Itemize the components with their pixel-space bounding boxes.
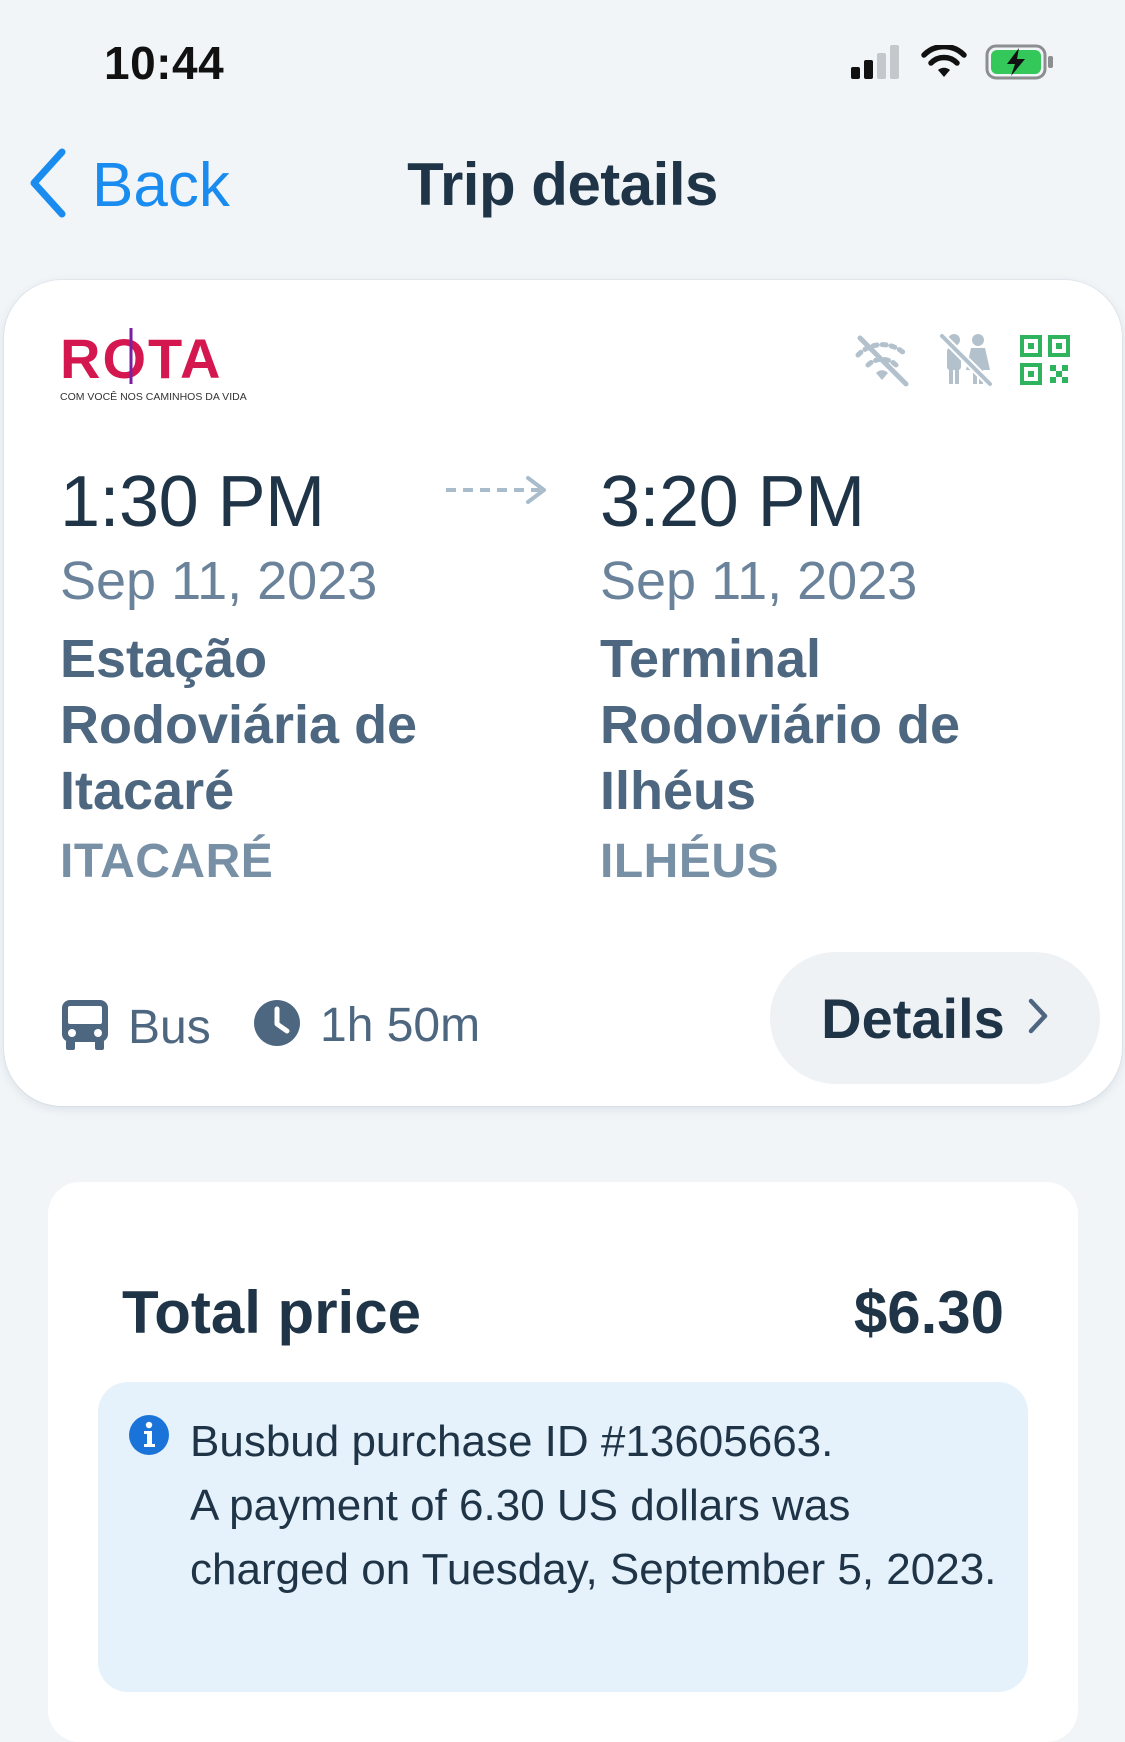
trip-card: ROTA COM VOCÊ NOS CAMINHOS DA VIDA 1:30 … (4, 280, 1122, 1106)
amenities (852, 332, 1070, 393)
chevron-right-icon (1027, 997, 1049, 1040)
clock-icon (252, 998, 302, 1053)
status-time: 10:44 (104, 37, 225, 89)
arrival-city: ILHÉUS (600, 835, 780, 888)
payment-info-text: Busbud purchase ID #13605663. A payment … (190, 1410, 1000, 1602)
arrival-block: 3:20 PM Sep 11, 2023 Terminal Rodoviário… (600, 460, 1020, 894)
total-price-label: Total price (122, 1279, 421, 1346)
departure-date: Sep 11, 2023 (60, 551, 378, 611)
departure-city: ITACARÉ (60, 835, 274, 888)
details-label: Details (821, 986, 1005, 1050)
status-bar: 10:44 (0, 0, 1125, 120)
arrival-time: 3:20 PM (600, 462, 865, 542)
no-restroom-icon (938, 332, 994, 393)
departure-block: 1:30 PM Sep 11, 2023 Estação Rodoviária … (60, 460, 480, 894)
transport-mode: Bus (60, 998, 211, 1057)
payment-info-box: Busbud purchase ID #13605663. A payment … (98, 1382, 1028, 1692)
trip-duration-label: 1h 50m (320, 999, 481, 1052)
arrival-date: Sep 11, 2023 (600, 551, 918, 611)
arrival-station: Terminal Rodoviário de Ilhéus (600, 629, 961, 821)
info-icon (128, 1414, 170, 1461)
page-title: Trip details (407, 151, 718, 218)
battery-charging-icon (985, 44, 1055, 85)
svg-text:COM VOCÊ NOS CAMINHOS DA VIDA: COM VOCÊ NOS CAMINHOS DA VIDA (60, 390, 247, 403)
details-button[interactable]: Details (770, 952, 1100, 1084)
total-price-value: $6.30 (853, 1279, 1004, 1346)
qr-code-icon[interactable] (1020, 335, 1070, 390)
transport-mode-label: Bus (128, 1001, 211, 1054)
departure-time: 1:30 PM (60, 462, 325, 542)
payment-charge-text: A payment of 6.30 US dollars was charged… (190, 1481, 997, 1594)
trip-duration: 1h 50m (252, 998, 480, 1053)
no-wifi-icon (852, 332, 912, 393)
departure-station: Estação Rodoviária de Itacaré (60, 629, 418, 821)
cellular-signal-icon (851, 45, 903, 84)
nav-bar: Back Trip details (0, 130, 1125, 240)
status-icons (851, 43, 1055, 85)
price-card: Total price $6.30 Busbud purchase ID #13… (48, 1182, 1078, 1742)
arrow-right-icon (444, 472, 556, 513)
operator-logo: ROTA COM VOCÊ NOS CAMINHOS DA VIDA (60, 326, 250, 411)
purchase-id-text: Busbud purchase ID #13605663. (190, 1417, 834, 1466)
svg-text:ROTA: ROTA (60, 327, 223, 390)
bus-icon (60, 998, 110, 1057)
wifi-icon (921, 43, 967, 84)
